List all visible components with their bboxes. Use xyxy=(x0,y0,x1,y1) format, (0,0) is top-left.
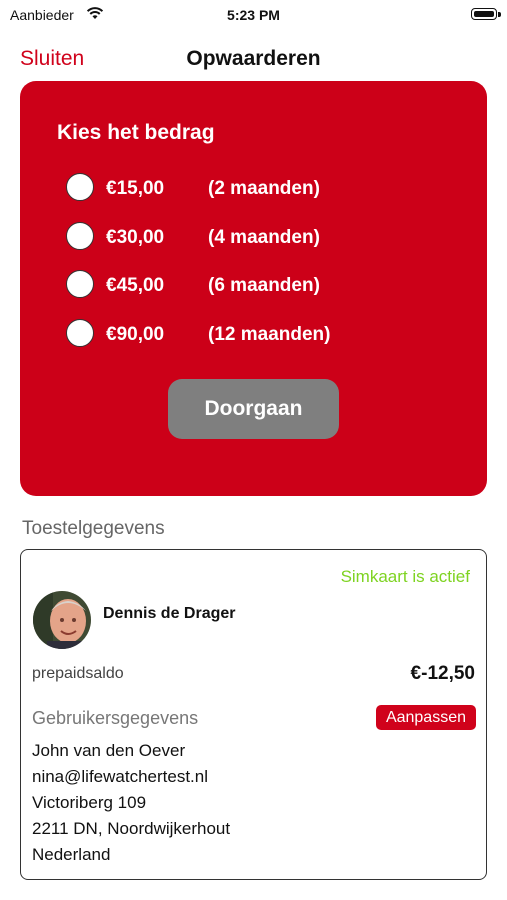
device-card: Simkaart is actief Dennis de Drager prep… xyxy=(20,549,487,880)
option-amount: €90,00 xyxy=(106,324,165,345)
radio-button[interactable] xyxy=(66,173,94,201)
radio-button[interactable] xyxy=(66,222,94,250)
option-amount: €30,00 xyxy=(106,227,165,248)
balance-label: prepaidsaldo xyxy=(32,665,124,682)
option-amount: €15,00 xyxy=(106,178,165,199)
edit-button[interactable]: Aanpassen xyxy=(375,705,476,730)
battery-icon xyxy=(471,8,497,20)
status-time: 5:23 PM xyxy=(227,7,280,23)
option-duration: (2 maanden) xyxy=(208,178,320,199)
amount-option-15[interactable]: €15,00 (2 maanden) xyxy=(66,172,366,206)
balance-value: €-12,50 xyxy=(410,663,475,684)
battery-tip xyxy=(498,12,501,17)
owner-name: Dennis de Drager xyxy=(103,605,236,622)
amount-option-45[interactable]: €45,00 (6 maanden) xyxy=(66,269,366,303)
radio-button[interactable] xyxy=(66,270,94,298)
user-email: nina@lifewatchertest.nl xyxy=(32,767,209,786)
amount-option-90[interactable]: €90,00 (12 maanden) xyxy=(66,318,366,352)
avatar xyxy=(33,591,91,649)
continue-button[interactable]: Doorgaan xyxy=(168,379,339,439)
option-duration: (12 maanden) xyxy=(208,324,331,345)
option-amount: €45,00 xyxy=(106,275,165,296)
topup-heading: Kies het bedrag xyxy=(57,121,215,144)
user-details-label: Gebruikersgegevens xyxy=(32,708,199,728)
radio-button[interactable] xyxy=(66,319,94,347)
user-street: Victoriberg 109 xyxy=(32,793,147,812)
sim-status-badge: Simkaart is actief xyxy=(340,567,470,586)
user-name: John van den Oever xyxy=(32,741,186,760)
option-duration: (4 maanden) xyxy=(208,227,320,248)
user-country: Nederland xyxy=(32,845,111,864)
topup-card: Kies het bedrag €15,00 (2 maanden) €30,0… xyxy=(20,81,487,496)
user-postal-city: 2211 DN, Noordwijkerhout xyxy=(32,819,231,838)
close-button[interactable]: Sluiten xyxy=(20,47,84,71)
amount-option-30[interactable]: €30,00 (4 maanden) xyxy=(66,221,366,255)
device-section-title: Toestelgegevens xyxy=(22,518,165,539)
status-bar: Aanbieder 5:23 PM xyxy=(0,0,507,30)
option-duration: (6 maanden) xyxy=(208,275,320,296)
